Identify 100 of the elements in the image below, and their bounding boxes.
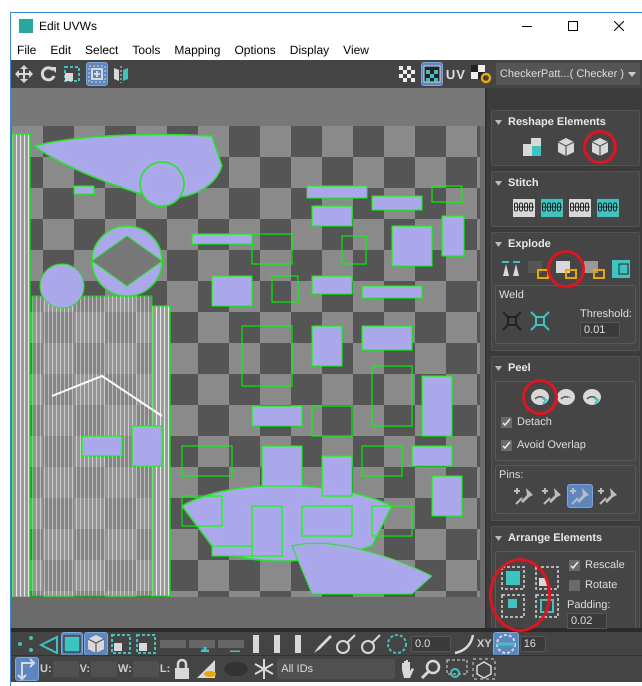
freeform-icon [87, 64, 107, 84]
arrange-button[interactable] [499, 566, 527, 590]
close-icon [614, 21, 624, 31]
checkbox[interactable] [569, 580, 580, 590]
collapse-arrow-icon[interactable] [495, 240, 502, 248]
scale-icon [62, 64, 82, 84]
brush-minus-icon [360, 632, 382, 654]
checker-gear-icon [470, 64, 492, 84]
curve-icon [453, 632, 475, 654]
arrange-icon [534, 593, 560, 619]
checkbox[interactable] [501, 416, 512, 428]
checkbox[interactable] [501, 440, 512, 450]
caret-icon [628, 72, 636, 76]
zoom-icon [420, 658, 442, 680]
menu-item[interactable]: File [17, 42, 36, 56]
menu-item[interactable]: Select [85, 42, 118, 56]
coordinate-label: V: [80, 663, 90, 675]
select-mode-button[interactable] [61, 632, 83, 655]
stitch-button[interactable] [510, 196, 536, 220]
pin-button[interactable] [566, 484, 592, 508]
uv-axis-label: UV [446, 66, 466, 82]
coordinate-label: U: [40, 663, 52, 675]
menu-item[interactable]: View [343, 42, 369, 56]
select-mode-button[interactable] [84, 632, 108, 655]
menu-item[interactable]: Display [290, 42, 330, 56]
transform-tool-button[interactable] [13, 62, 35, 86]
move-icon [14, 64, 34, 84]
brush-shrink-button[interactable] [359, 632, 383, 655]
arrange-icon [534, 565, 560, 591]
coordinate-label: W: [118, 663, 132, 675]
vertex-icon [16, 634, 36, 654]
menu-item[interactable]: Edit [50, 42, 72, 56]
shrink-selection-button[interactable] [134, 632, 158, 655]
collapse-arrow-icon[interactable] [495, 534, 502, 542]
pin-icon [596, 485, 620, 507]
texture-dropdown[interactable]: CheckerPatt...( Checker ) [496, 63, 640, 85]
checker-grid-icon [422, 64, 442, 84]
stitch-button[interactable] [538, 196, 564, 220]
collapse-arrow-icon[interactable] [495, 364, 502, 372]
snowflake-icon [253, 658, 276, 680]
falloff-curve-button[interactable] [452, 632, 476, 655]
lock-label: L: [160, 663, 170, 675]
menu-item[interactable]: Mapping [174, 42, 220, 56]
brush-plus-icon [335, 632, 357, 654]
stitch-icon [540, 197, 564, 219]
grow-selection-icon [110, 632, 132, 654]
pin-icon [540, 485, 564, 507]
shrink-selection-icon [135, 632, 157, 654]
threshold-spinner[interactable]: 0.01 [580, 322, 620, 338]
arrange-icon [500, 565, 526, 591]
rollout-title[interactable]: Reshape Elements [508, 116, 606, 128]
falloff-spinner[interactable]: 0.0 [411, 636, 451, 652]
collapse-arrow-icon[interactable] [495, 180, 502, 186]
rollout-title[interactable]: Stitch [508, 177, 539, 189]
arrange-button[interactable] [499, 594, 527, 618]
rollout-title[interactable]: Arrange Elements [508, 532, 602, 544]
split-panel-icon [520, 136, 542, 158]
maximize-icon [568, 21, 578, 31]
app-icon [19, 19, 33, 33]
rotate-icon [39, 65, 57, 83]
checker-bricks-icon [582, 258, 606, 280]
stitch-icon [596, 197, 620, 219]
zoom-extents-button[interactable] [471, 657, 498, 681]
element-cube-icon [85, 632, 107, 654]
rollout-title[interactable]: Peel [508, 362, 531, 374]
peel-reset-icon [580, 386, 602, 408]
group-label: Pins: [499, 469, 524, 481]
checkbox[interactable] [569, 560, 580, 570]
rollout-title[interactable]: Explode [508, 238, 551, 250]
transform-arrows-icon [16, 657, 38, 681]
menu-item[interactable]: Options [234, 42, 276, 56]
pin-icon [568, 485, 592, 507]
stitch-button[interactable] [594, 196, 620, 220]
dashed-circle-icon [385, 632, 409, 655]
zoom-region-button[interactable] [444, 657, 470, 681]
checker-icon [396, 64, 417, 84]
brush-size-spinner[interactable]: 16 [520, 636, 546, 652]
stitch-button[interactable] [566, 196, 592, 220]
menu-item[interactable]: Tools [132, 42, 160, 56]
soft-brush-button[interactable] [492, 632, 519, 655]
frame-cube-icon [472, 658, 496, 680]
texture-settings-button[interactable] [468, 62, 493, 86]
arrange-button[interactable] [533, 594, 561, 618]
weld-icon [500, 309, 524, 333]
transform-mode-button[interactable] [15, 657, 39, 681]
brush-grow-button[interactable] [334, 632, 358, 655]
grow-selection-button[interactable] [109, 632, 133, 655]
arrange-button[interactable] [533, 566, 561, 590]
pin-icon [512, 485, 536, 507]
axis-label[interactable]: XY [477, 638, 492, 650]
brush-sphere-icon [494, 632, 518, 655]
padding-spinner[interactable]: 0.02 [567, 613, 607, 629]
collapse-arrow-icon[interactable] [495, 118, 502, 126]
freeze-button[interactable] [252, 657, 276, 681]
soft-selection-button[interactable] [384, 632, 410, 655]
group-label: Weld [499, 289, 525, 301]
id-filter-dropdown[interactable]: All IDs [277, 659, 396, 679]
uv-checker-button[interactable] [420, 62, 443, 86]
mirror-icon [112, 65, 130, 83]
split-bricks-icon [526, 258, 550, 280]
